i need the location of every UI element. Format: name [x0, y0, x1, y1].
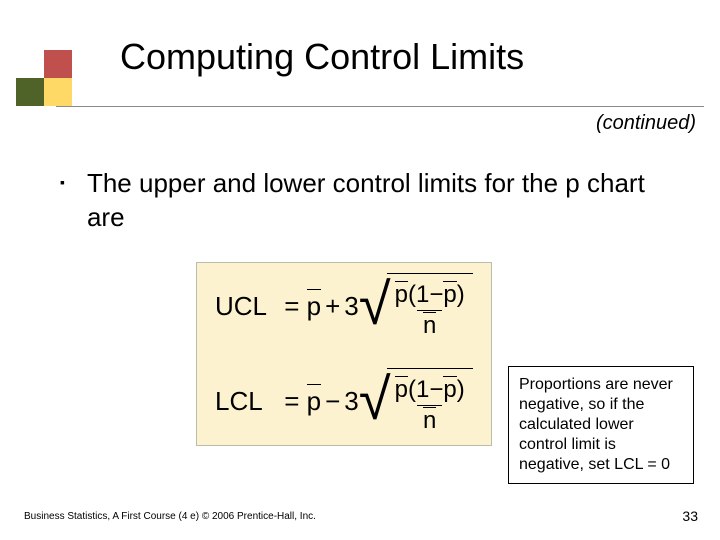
n-bar: n: [423, 314, 436, 338]
equation-ucl: UCL = p + 3 √ p(1−p) n: [215, 273, 473, 340]
radicand: p(1−p) n: [387, 368, 473, 435]
equals-sign: =: [277, 291, 307, 322]
square-yellow-icon: [44, 78, 72, 106]
one: 1: [416, 376, 429, 403]
n-bar: n: [423, 409, 436, 433]
bullet-text: The upper and lower control limits for t…: [87, 166, 680, 234]
p-bar-num: p: [395, 283, 408, 307]
slide: Computing Control Limits (continued) ▪ T…: [0, 0, 720, 540]
fraction: p(1−p) n: [393, 283, 467, 338]
p-bar: p: [307, 291, 321, 322]
footer-copyright: Business Statistics, A First Course (4 e…: [24, 511, 316, 522]
denominator: n: [417, 405, 442, 433]
note-callout: Proportions are never negative, so if th…: [508, 366, 694, 484]
decorative-squares: [16, 50, 72, 106]
bullet-marker-icon: ▪: [60, 166, 65, 234]
sqrt-icon: √ p(1−p) n: [359, 368, 473, 435]
square-red-icon: [44, 50, 72, 78]
one: 1: [416, 281, 429, 308]
minus-sign: −: [321, 386, 344, 417]
square-green-icon: [16, 78, 44, 106]
fraction: p(1−p) n: [393, 378, 467, 433]
p-bar-num2: p: [443, 283, 456, 307]
continued-label: (continued): [596, 112, 696, 135]
page-number: 33: [682, 508, 698, 524]
denominator: n: [417, 310, 442, 338]
lcl-label: LCL: [215, 386, 277, 417]
coefficient: 3: [344, 386, 358, 417]
p-bar-num: p: [395, 378, 408, 402]
coefficient: 3: [344, 291, 358, 322]
equation-lcl: LCL = p − 3 √ p(1−p) n: [215, 368, 473, 435]
numerator: p(1−p): [393, 378, 467, 405]
ucl-label: UCL: [215, 291, 277, 322]
p-bar: p: [307, 386, 321, 417]
equals-sign: =: [277, 386, 307, 417]
plus-sign: +: [321, 291, 344, 322]
formula-box: UCL = p + 3 √ p(1−p) n: [196, 262, 492, 446]
p-bar-num2: p: [443, 378, 456, 402]
radicand: p(1−p) n: [387, 273, 473, 340]
numerator: p(1−p): [393, 283, 467, 310]
title-underline: [56, 106, 704, 107]
sqrt-icon: √ p(1−p) n: [359, 273, 473, 340]
bullet-item: ▪ The upper and lower control limits for…: [60, 166, 680, 234]
page-title: Computing Control Limits: [120, 36, 524, 78]
